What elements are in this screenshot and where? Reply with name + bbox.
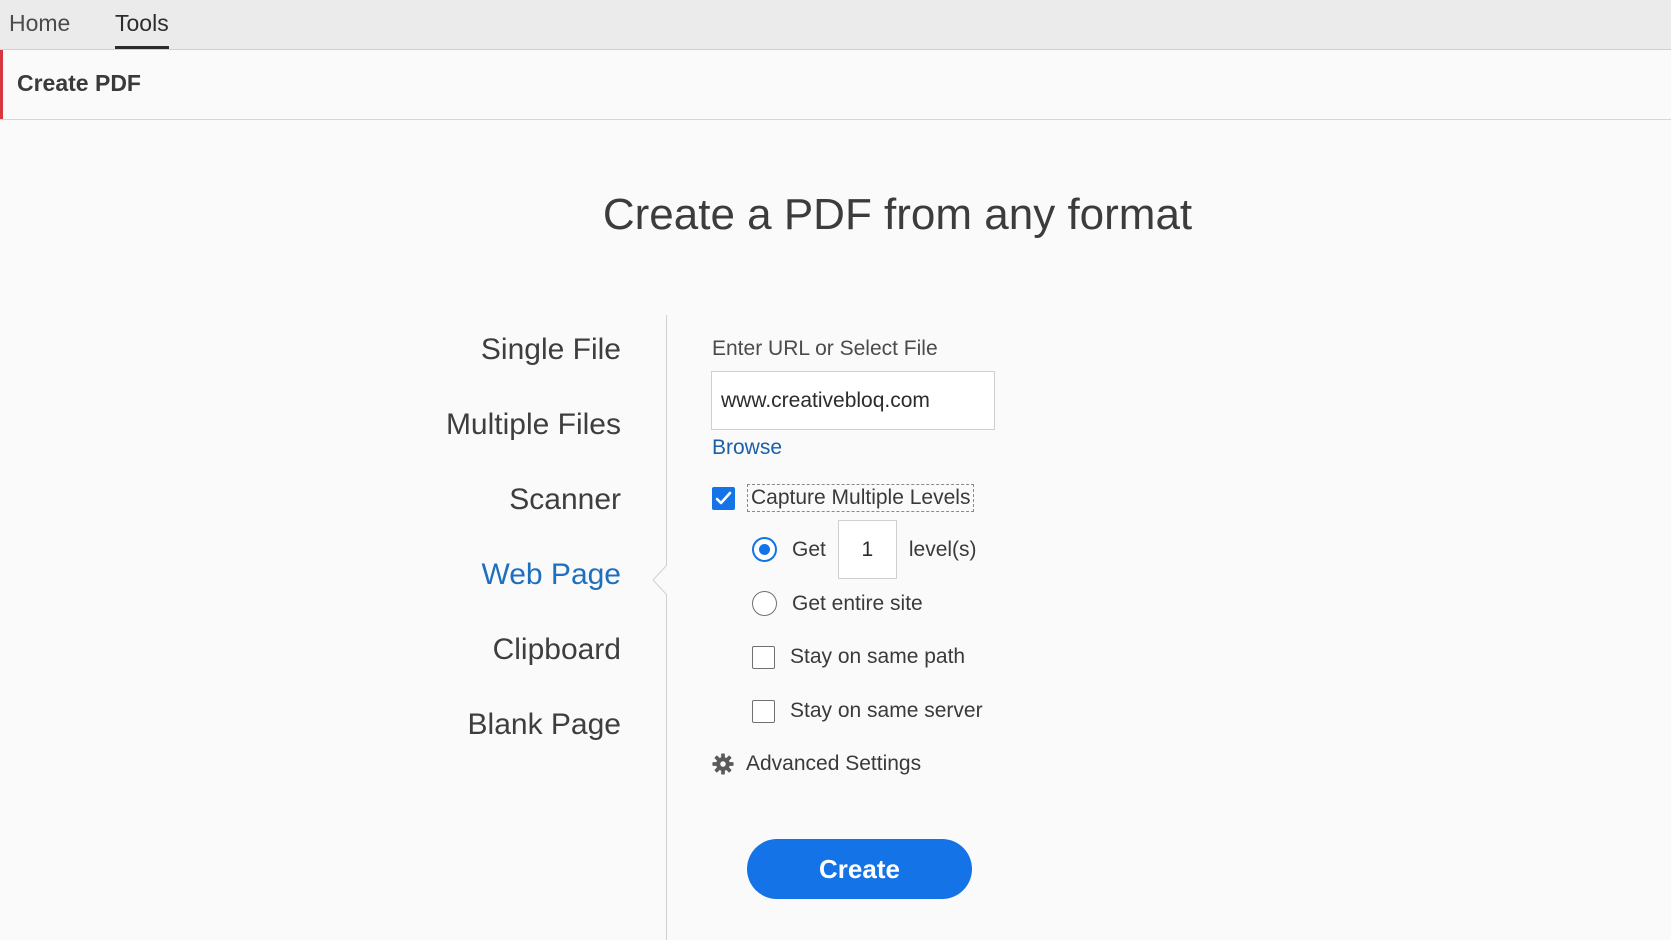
levels-suffix: level(s) xyxy=(908,537,977,561)
advanced-settings-button[interactable]: Advanced Settings xyxy=(712,752,921,776)
stay-same-path-checkbox[interactable] xyxy=(752,645,775,669)
top-navigation: Home Tools xyxy=(0,0,1671,50)
browse-link[interactable]: Browse xyxy=(712,436,782,460)
stay-same-path-label[interactable]: Stay on same path xyxy=(790,645,965,669)
stay-same-server-checkbox[interactable] xyxy=(752,699,775,723)
get-entire-site-label[interactable]: Get entire site xyxy=(792,592,923,616)
stay-same-path-row: Stay on same path xyxy=(752,645,965,669)
tool-accent-bar xyxy=(0,50,3,119)
capture-multiple-levels-row: Capture Multiple Levels xyxy=(712,484,975,512)
tab-tools-label: Tools xyxy=(115,10,169,36)
tab-home-label: Home xyxy=(9,10,71,36)
selection-pointer xyxy=(652,565,670,595)
source-web-page[interactable]: Web Page xyxy=(446,537,621,612)
get-levels-row: Get level(s) xyxy=(752,520,977,579)
tool-title: Create PDF xyxy=(17,70,141,96)
get-entire-site-row: Get entire site xyxy=(752,591,923,616)
get-levels-label: Get xyxy=(792,537,826,561)
source-list: Single File Multiple Files Scanner Web P… xyxy=(446,312,621,762)
capture-multiple-levels-checkbox[interactable] xyxy=(712,486,735,510)
url-input[interactable] xyxy=(711,371,995,430)
gear-icon xyxy=(712,753,734,775)
tab-home[interactable]: Home xyxy=(9,0,70,50)
create-button[interactable]: Create xyxy=(747,839,972,899)
tool-title-bar: Create PDF xyxy=(0,50,1671,120)
source-clipboard[interactable]: Clipboard xyxy=(446,612,621,687)
panel-divider xyxy=(666,315,667,940)
capture-multiple-levels-label[interactable]: Capture Multiple Levels xyxy=(747,484,975,512)
source-scanner[interactable]: Scanner xyxy=(446,462,621,537)
active-tab-indicator xyxy=(115,46,169,49)
get-entire-site-radio[interactable] xyxy=(752,591,777,616)
radio-selected-dot xyxy=(759,544,770,555)
source-single-file[interactable]: Single File xyxy=(446,312,621,387)
tab-tools[interactable]: Tools xyxy=(115,0,169,50)
advanced-settings-label: Advanced Settings xyxy=(746,752,922,775)
url-field-label: Enter URL or Select File xyxy=(712,337,938,360)
source-blank-page[interactable]: Blank Page xyxy=(446,687,621,762)
page-heading: Create a PDF from any format xyxy=(602,190,1193,239)
levels-input[interactable] xyxy=(837,520,897,579)
checkmark-icon xyxy=(715,491,732,504)
stay-same-server-row: Stay on same server xyxy=(752,699,983,723)
stay-same-server-label[interactable]: Stay on same server xyxy=(790,699,983,723)
source-multiple-files[interactable]: Multiple Files xyxy=(446,387,621,462)
get-levels-radio[interactable] xyxy=(752,537,777,562)
